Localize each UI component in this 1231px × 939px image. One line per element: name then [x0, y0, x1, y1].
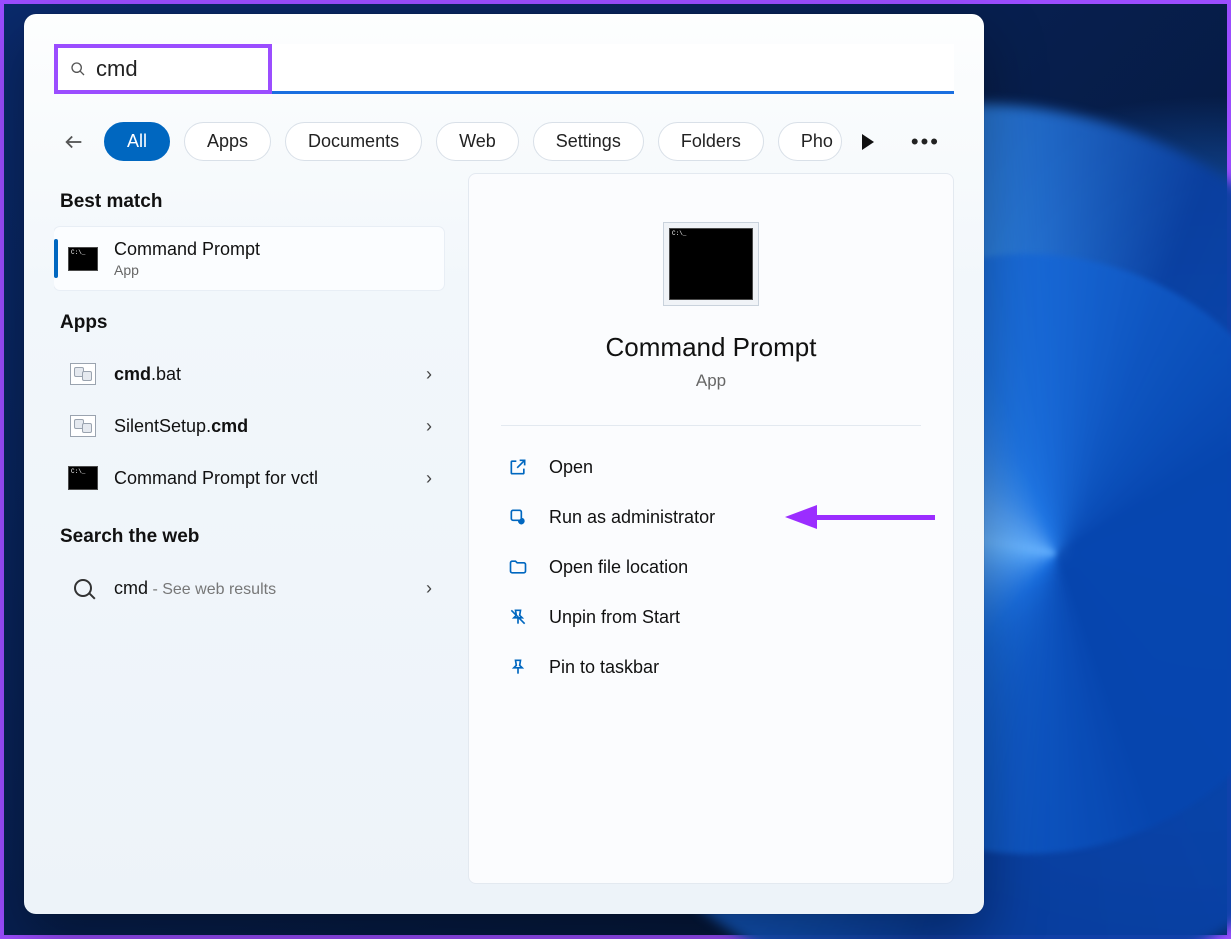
action-label: Run as administrator — [549, 507, 715, 528]
chevron-right-icon: › — [426, 416, 432, 437]
annotation-arrow — [785, 509, 935, 525]
action-label: Open — [549, 457, 593, 478]
search-bar-rest[interactable] — [272, 44, 954, 94]
bat-file-icon — [66, 360, 100, 388]
more-options-button[interactable]: ••• — [903, 125, 948, 159]
action-label: Pin to taskbar — [549, 657, 659, 678]
filter-all[interactable]: All — [104, 122, 170, 161]
result-app-1[interactable]: SilentSetup.cmd › — [54, 400, 444, 452]
command-prompt-icon — [66, 464, 100, 492]
chevron-right-icon: › — [426, 468, 432, 489]
action-pin-to-taskbar[interactable]: Pin to taskbar — [501, 644, 921, 690]
result-title: Command Prompt for vctl — [114, 468, 412, 489]
action-label: Open file location — [549, 557, 688, 578]
search-icon — [66, 574, 100, 602]
chevron-right-icon: › — [426, 578, 432, 599]
back-button[interactable] — [60, 128, 88, 156]
start-search-panel: All Apps Documents Web Settings Folders … — [24, 14, 984, 914]
action-run-as-administrator[interactable]: Run as administrator — [501, 494, 921, 540]
action-list: Open Run as administrator Open file loca… — [501, 444, 921, 690]
search-box-highlight — [54, 44, 272, 94]
result-app-2[interactable]: Command Prompt for vctl › — [54, 452, 444, 504]
divider — [501, 425, 921, 426]
filter-chips: All Apps Documents Web Settings Folders … — [104, 122, 842, 161]
chevron-right-icon: › — [426, 364, 432, 385]
result-app-0[interactable]: cmd.bat › — [54, 348, 444, 400]
pin-icon — [507, 656, 529, 678]
result-title: Command Prompt — [114, 239, 432, 260]
command-prompt-icon — [66, 245, 100, 273]
search-icon — [70, 61, 86, 77]
result-web-search[interactable]: cmd - See web results › — [54, 562, 444, 614]
action-unpin-from-start[interactable]: Unpin from Start — [501, 594, 921, 640]
preview-app-icon — [663, 222, 759, 306]
apps-header: Apps — [60, 312, 444, 334]
action-open[interactable]: Open — [501, 444, 921, 490]
filter-settings[interactable]: Settings — [533, 122, 644, 161]
open-external-icon — [507, 456, 529, 478]
results-column: Best match Command Prompt App Apps cmd.b… — [54, 173, 444, 884]
filter-web[interactable]: Web — [436, 122, 519, 161]
content-area: Best match Command Prompt App Apps cmd.b… — [54, 173, 954, 884]
folder-icon — [507, 556, 529, 578]
action-label: Unpin from Start — [549, 607, 680, 628]
search-bar — [54, 44, 954, 94]
search-web-header: Search the web — [60, 526, 444, 548]
filter-row: All Apps Documents Web Settings Folders … — [54, 122, 954, 173]
result-title: cmd.bat — [114, 364, 412, 385]
bat-file-icon — [66, 412, 100, 440]
filters-scroll-right[interactable] — [862, 134, 874, 150]
result-title: cmd - See web results — [114, 578, 412, 599]
result-best-match[interactable]: Command Prompt App — [54, 227, 444, 290]
preview-title: Command Prompt — [501, 332, 921, 363]
filter-documents[interactable]: Documents — [285, 122, 422, 161]
unpin-icon — [507, 606, 529, 628]
result-title: SilentSetup.cmd — [114, 416, 412, 437]
preview-pane: Command Prompt App Open Run as administr… — [468, 173, 954, 884]
filter-folders[interactable]: Folders — [658, 122, 764, 161]
shield-admin-icon — [507, 506, 529, 528]
filter-apps[interactable]: Apps — [184, 122, 271, 161]
arrow-left-icon — [63, 131, 85, 153]
best-match-header: Best match — [60, 191, 444, 213]
filter-photos-truncated[interactable]: Pho — [778, 122, 842, 161]
result-subtitle: App — [114, 262, 432, 278]
search-input[interactable] — [96, 56, 256, 82]
preview-subtitle: App — [501, 371, 921, 391]
action-open-file-location[interactable]: Open file location — [501, 544, 921, 590]
